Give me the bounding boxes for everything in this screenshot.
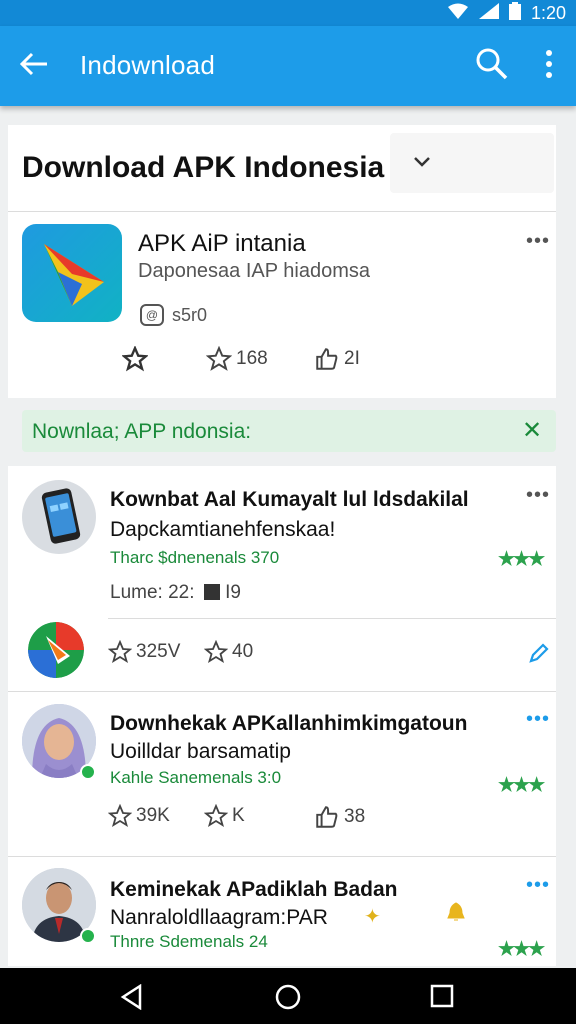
app-name: APK AiP intania xyxy=(138,230,306,257)
app-card[interactable]: APK AiP intania Daponesaa IAP hiadomsa @… xyxy=(8,212,556,398)
star-outline-icon xyxy=(204,804,228,827)
post-source: Thnre Sdemenals 24 xyxy=(110,932,268,951)
online-indicator xyxy=(80,928,96,944)
app-size: @ s5r0 xyxy=(140,304,207,326)
close-icon[interactable]: ✕ xyxy=(522,416,542,445)
chevron-down-icon xyxy=(414,157,430,167)
signal-icon xyxy=(478,2,499,24)
avatar-phone-icon xyxy=(22,480,96,554)
post-star-count: K xyxy=(232,805,245,826)
star-outline-icon xyxy=(204,640,228,663)
post-title[interactable]: Downhekak APKallanhimkimgatoun xyxy=(110,712,467,736)
star-outline-icon xyxy=(108,640,132,663)
post-like-count: 38 xyxy=(344,806,366,827)
rating-stat[interactable]: 168 xyxy=(206,346,268,372)
wifi-icon xyxy=(447,3,469,24)
rating-stars: ★★★ xyxy=(498,775,545,796)
sparkle-icon: ✦ xyxy=(364,906,381,928)
post-rating-count: 39K xyxy=(136,805,170,826)
thumbs-up-icon xyxy=(316,348,338,370)
edit-icon[interactable] xyxy=(528,642,550,669)
star-icon xyxy=(122,346,148,372)
star-outline-icon xyxy=(108,804,132,827)
bell-icon[interactable] xyxy=(444,900,468,929)
post-more-icon[interactable]: ••• xyxy=(526,708,550,731)
section-header: Download APK Indonesia xyxy=(8,125,556,212)
app-more-icon[interactable]: ••• xyxy=(526,230,550,253)
thumbs-up-icon xyxy=(316,806,338,828)
divider xyxy=(8,691,556,692)
post-rating-stat[interactable]: 325V xyxy=(108,640,180,664)
nav-recents-icon[interactable] xyxy=(430,984,454,1013)
post-meta-label: Lume: 22: xyxy=(110,582,195,603)
post-like-count: 40 xyxy=(232,641,254,662)
post-title[interactable]: Kownbat Aal Kumayalt lul ldsdakilal xyxy=(110,488,469,512)
post-subtitle: Dapckamtianehfenskaa! xyxy=(110,518,336,541)
app-bar: Indownload xyxy=(0,26,576,106)
post-meta: Lume: 22: I9 xyxy=(110,582,241,604)
post-feed: Kownbat Aal Kumayalt lul ldsdakilal Dapc… xyxy=(8,466,556,966)
rating-stars: ★★★ xyxy=(498,549,545,570)
post-rating-count: 325V xyxy=(136,641,181,662)
online-indicator xyxy=(80,764,96,780)
section-dropdown[interactable] xyxy=(390,133,554,193)
nav-home-icon[interactable] xyxy=(274,983,302,1016)
divider xyxy=(8,856,556,857)
divider xyxy=(108,618,556,619)
banner-text: Nownlaa; APP ndonsia: xyxy=(32,420,252,443)
back-arrow-icon[interactable] xyxy=(14,44,54,84)
status-bar: 1:20 xyxy=(0,0,576,26)
app-logo-small-icon xyxy=(28,622,84,678)
package-icon: @ xyxy=(140,304,164,326)
like-stat[interactable]: 2I xyxy=(314,346,360,372)
post-source: Tharc $dnenenals 370 xyxy=(110,548,280,567)
post-rating-stat[interactable]: 39K xyxy=(108,804,170,828)
star-outline-icon xyxy=(206,346,232,371)
status-time: 1:20 xyxy=(530,2,566,23)
app-bar-title: Indownload xyxy=(80,50,215,80)
post-source: Kahle Sanemenals 3:0 xyxy=(110,768,282,787)
post-subtitle: Nanraloldllaagram:PAR xyxy=(110,906,328,929)
post-like-stat[interactable]: 38 xyxy=(314,804,365,830)
section-title: Download APK Indonesia xyxy=(22,151,385,184)
rating-stars: ★★★ xyxy=(498,939,545,960)
battery-icon xyxy=(508,1,521,25)
post-more-icon[interactable]: ••• xyxy=(526,874,550,897)
rating-count: 168 xyxy=(236,348,268,369)
system-nav-bar xyxy=(0,968,576,1024)
favorite-button[interactable] xyxy=(122,346,148,372)
search-icon[interactable] xyxy=(474,46,510,82)
post-meta-value: I9 xyxy=(225,582,241,603)
post-star-stat[interactable]: K xyxy=(204,804,245,828)
post-subtitle: Uoilldar barsamatip xyxy=(110,740,291,763)
app-logo-icon xyxy=(22,224,122,322)
post-more-icon[interactable]: ••• xyxy=(526,484,550,507)
like-count: 2I xyxy=(344,348,360,369)
post-title[interactable]: Keminekak APadiklah Badan xyxy=(110,878,398,902)
post-like-stat[interactable]: 40 xyxy=(204,640,253,664)
info-banner: Nownlaa; APP ndonsia: ✕ xyxy=(22,410,556,452)
app-subtitle: Daponesaa IAP hiadomsa xyxy=(138,260,371,282)
more-options-icon[interactable] xyxy=(540,46,558,82)
nav-back-icon[interactable] xyxy=(120,983,144,1015)
dice-icon xyxy=(203,584,220,600)
app-size-label: s5r0 xyxy=(172,304,208,325)
